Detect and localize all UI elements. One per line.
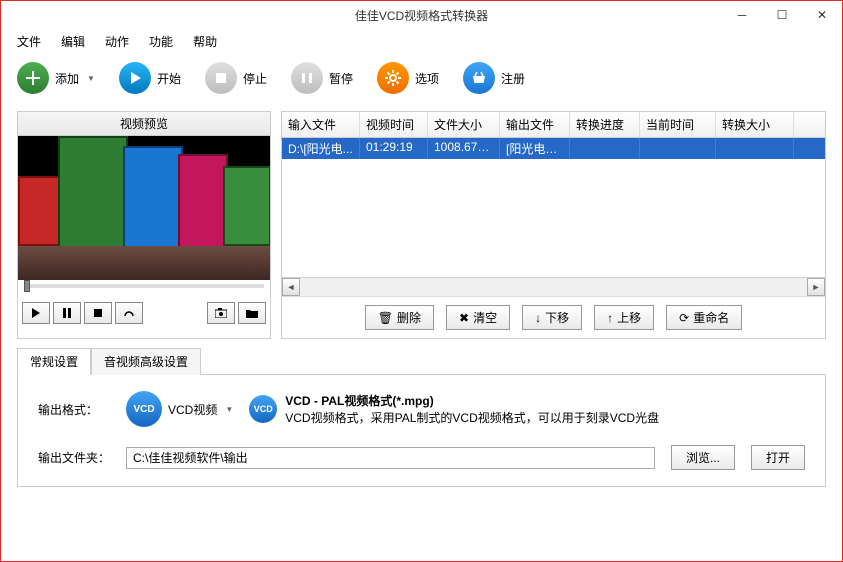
seek-slider[interactable] bbox=[18, 280, 270, 298]
scroll-right-icon[interactable]: ► bbox=[807, 278, 825, 296]
file-list-panel: 输入文件 视频时间 文件大小 输出文件 转换进度 当前时间 转换大小 D:\[阳… bbox=[281, 111, 826, 339]
pause-small-button[interactable] bbox=[53, 302, 81, 324]
gear-icon bbox=[377, 62, 409, 94]
folder-label: 输出文件夹： bbox=[38, 449, 110, 466]
cell-input: D:\[阳光电... bbox=[282, 138, 360, 159]
folder-button[interactable] bbox=[238, 302, 266, 324]
format-select[interactable]: VCD VCD视频 ▼ bbox=[126, 391, 233, 427]
menu-edit[interactable]: 编辑 bbox=[53, 31, 93, 52]
table-row[interactable]: D:\[阳光电... 01:29:19 1008.67MB [阳光电影... bbox=[282, 138, 825, 159]
cell-size: 1008.67MB bbox=[428, 138, 500, 159]
window-title: 佳佳VCD视频格式转换器 bbox=[355, 7, 488, 24]
tab-content: 输出格式： VCD VCD视频 ▼ VCD VCD - PAL视频格式(*.mp… bbox=[17, 374, 826, 487]
clear-button[interactable]: ✖清空 bbox=[446, 305, 510, 330]
folder-row: 输出文件夹： 浏览... 打开 bbox=[38, 445, 805, 470]
cell-time: 01:29:19 bbox=[360, 138, 428, 159]
format-label: 输出格式： bbox=[38, 401, 110, 418]
move-down-button[interactable]: ↓下移 bbox=[522, 305, 582, 330]
format-title: VCD - PAL视频格式(*.mpg) bbox=[285, 392, 659, 409]
main-area: 视频预览 输入文件 视频时间 文件大小 输 bbox=[1, 103, 842, 347]
play-icon bbox=[119, 62, 151, 94]
menu-file[interactable]: 文件 bbox=[9, 31, 49, 52]
refresh-icon: ⟳ bbox=[679, 311, 689, 325]
arrow-down-icon: ↓ bbox=[535, 311, 541, 325]
titlebar: 佳佳VCD视频格式转换器 ─ ☐ ✕ bbox=[1, 1, 842, 29]
menu-action[interactable]: 动作 bbox=[97, 31, 137, 52]
header-input[interactable]: 输入文件 bbox=[282, 112, 360, 137]
vcd-badge-icon: VCD bbox=[126, 391, 162, 427]
header-outsize[interactable]: 转换大小 bbox=[716, 112, 794, 137]
play-button[interactable] bbox=[22, 302, 50, 324]
pause-button[interactable]: 暂停 bbox=[291, 62, 353, 94]
format-row: 输出格式： VCD VCD视频 ▼ VCD VCD - PAL视频格式(*.mp… bbox=[38, 391, 805, 427]
browse-button[interactable]: 浏览... bbox=[671, 445, 735, 470]
tab-advanced[interactable]: 音视频高级设置 bbox=[91, 348, 201, 375]
menu-function[interactable]: 功能 bbox=[141, 31, 181, 52]
tab-general[interactable]: 常规设置 bbox=[17, 348, 91, 375]
stop-small-button[interactable] bbox=[84, 302, 112, 324]
cell-output: [阳光电影... bbox=[500, 138, 570, 159]
minimize-button[interactable]: ─ bbox=[722, 1, 762, 29]
menubar: 文件 编辑 动作 功能 帮助 bbox=[1, 29, 842, 53]
format-desc-text: VCD视频格式，采用PAL制式的VCD视频格式，可以用于刻录VCD光盘 bbox=[285, 409, 659, 426]
pause-icon bbox=[291, 62, 323, 94]
preview-controls bbox=[18, 298, 270, 328]
header-size[interactable]: 文件大小 bbox=[428, 112, 500, 137]
delete-button[interactable]: 🗑删除 bbox=[365, 305, 434, 330]
stop-button[interactable]: 停止 bbox=[205, 62, 267, 94]
trash-icon: 🗑 bbox=[378, 311, 393, 325]
header-time[interactable]: 视频时间 bbox=[360, 112, 428, 137]
cell-current bbox=[640, 138, 716, 159]
options-button[interactable]: 选项 bbox=[377, 62, 439, 94]
start-label: 开始 bbox=[157, 70, 181, 87]
table-empty-area[interactable] bbox=[282, 159, 825, 277]
header-output[interactable]: 输出文件 bbox=[500, 112, 570, 137]
vcd-small-icon: VCD bbox=[249, 395, 277, 423]
file-table: 输入文件 视频时间 文件大小 输出文件 转换进度 当前时间 转换大小 D:\[阳… bbox=[282, 112, 825, 296]
menu-help[interactable]: 帮助 bbox=[185, 31, 225, 52]
arrow-up-icon: ↑ bbox=[607, 311, 613, 325]
x-icon: ✖ bbox=[459, 311, 469, 325]
close-button[interactable]: ✕ bbox=[802, 1, 842, 29]
start-button[interactable]: 开始 bbox=[119, 62, 181, 94]
rename-button[interactable]: ⟳重命名 bbox=[666, 305, 742, 330]
slider-thumb[interactable] bbox=[24, 280, 30, 292]
plus-icon bbox=[17, 62, 49, 94]
format-name: VCD视频 bbox=[168, 401, 217, 418]
video-preview[interactable] bbox=[18, 136, 270, 280]
chevron-down-icon: ▼ bbox=[225, 405, 233, 414]
scroll-left-icon[interactable]: ◄ bbox=[282, 278, 300, 296]
register-button[interactable]: 注册 bbox=[463, 62, 525, 94]
maximize-button[interactable]: ☐ bbox=[762, 1, 802, 29]
scroll-track[interactable] bbox=[300, 278, 807, 296]
toolbar: 添加 ▼ 开始 停止 暂停 选项 注册 bbox=[1, 53, 842, 103]
format-description: VCD VCD - PAL视频格式(*.mpg) VCD视频格式，采用PAL制式… bbox=[249, 392, 659, 426]
header-current[interactable]: 当前时间 bbox=[640, 112, 716, 137]
list-actions: 🗑删除 ✖清空 ↓下移 ↑上移 ⟳重命名 bbox=[282, 296, 825, 338]
preview-title: 视频预览 bbox=[18, 112, 270, 136]
add-label: 添加 bbox=[55, 70, 79, 87]
horizontal-scrollbar[interactable]: ◄ ► bbox=[282, 277, 825, 296]
loop-button[interactable] bbox=[115, 302, 143, 324]
options-label: 选项 bbox=[415, 70, 439, 87]
basket-icon bbox=[463, 62, 495, 94]
stop-label: 停止 bbox=[243, 70, 267, 87]
header-progress[interactable]: 转换进度 bbox=[570, 112, 640, 137]
register-label: 注册 bbox=[501, 70, 525, 87]
window-controls: ─ ☐ ✕ bbox=[722, 1, 842, 29]
settings-area: 常规设置 音视频高级设置 输出格式： VCD VCD视频 ▼ VCD VCD -… bbox=[1, 347, 842, 499]
table-header: 输入文件 视频时间 文件大小 输出文件 转换进度 当前时间 转换大小 bbox=[282, 112, 825, 138]
pause-label: 暂停 bbox=[329, 70, 353, 87]
move-up-button[interactable]: ↑上移 bbox=[594, 305, 654, 330]
chevron-down-icon: ▼ bbox=[87, 74, 95, 83]
cell-progress bbox=[570, 138, 640, 159]
output-folder-input[interactable] bbox=[126, 447, 655, 469]
stop-icon bbox=[205, 62, 237, 94]
snapshot-button[interactable] bbox=[207, 302, 235, 324]
cell-outsize bbox=[716, 138, 794, 159]
preview-panel: 视频预览 bbox=[17, 111, 271, 339]
open-button[interactable]: 打开 bbox=[751, 445, 805, 470]
add-button[interactable]: 添加 ▼ bbox=[17, 62, 95, 94]
tabs: 常规设置 音视频高级设置 bbox=[17, 347, 826, 374]
